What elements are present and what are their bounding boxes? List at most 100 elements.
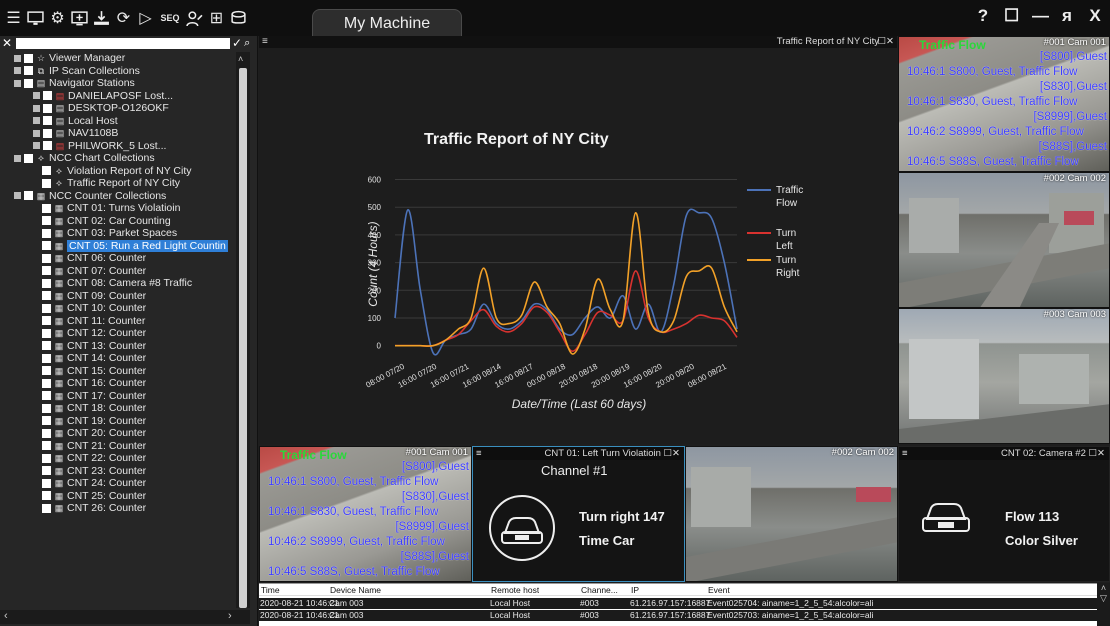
scroll-up-icon[interactable]: ˄ (238, 54, 243, 64)
tree-checkbox[interactable] (42, 503, 51, 513)
monitor-icon[interactable] (26, 7, 45, 29)
tree-checkbox[interactable] (42, 303, 51, 313)
tree-checkbox[interactable] (42, 491, 51, 501)
expand-toggle-icon[interactable] (14, 54, 21, 62)
tree-item[interactable]: ▦ CNT 11: Counter (0, 315, 236, 328)
tree-item[interactable]: ▦ CNT 18: Counter (0, 402, 236, 415)
column-header[interactable]: Time (261, 585, 280, 596)
chart-panel-window-controls[interactable]: ☐✕ (878, 36, 894, 48)
tree-item[interactable]: ▦ CNT 19: Counter (0, 415, 236, 428)
tree-checkbox[interactable] (42, 291, 51, 301)
tree-item[interactable]: ▦ CNT 17: Counter (0, 390, 236, 403)
camera-tile-001[interactable]: Traffic Flow #001 Cam 001 [S800],Guest 10… (898, 36, 1110, 172)
tree-item[interactable]: ▦ CNT 02: Car Counting (0, 215, 236, 228)
tree-checkbox[interactable] (42, 266, 51, 276)
filter-input[interactable] (16, 37, 230, 49)
counter-window-controls[interactable]: ☐✕ (1089, 448, 1105, 459)
tab-my-machine[interactable]: My Machine (312, 9, 462, 36)
help-button[interactable]: ? (976, 6, 990, 26)
camera-tile-003[interactable]: #003 Cam 003 (898, 308, 1110, 444)
tree-checkbox[interactable] (43, 103, 52, 113)
counter-tile-cnt01[interactable]: ≡ CNT 01: Left Turn Violatioin ☐✕ Channe… (472, 446, 685, 582)
filter-icon[interactable]: ▽ (1097, 593, 1110, 604)
tree-item[interactable]: ▦ CNT 03: Parket Spaces (0, 227, 236, 240)
expand-toggle-icon[interactable] (33, 129, 40, 137)
expand-toggle-icon[interactable] (33, 117, 40, 125)
tree-item[interactable]: ▦ CNT 09: Counter (0, 290, 236, 303)
tree-checkbox[interactable] (42, 403, 51, 413)
tree-checkbox[interactable] (43, 141, 52, 151)
tree-checkbox[interactable] (42, 441, 51, 451)
clear-filter-icon[interactable]: ✕ (2, 37, 12, 49)
tree-item[interactable]: ▤ Navigator Stations (0, 77, 236, 90)
tree-checkbox[interactable] (42, 278, 51, 288)
tree-item[interactable]: ▦ CNT 06: Counter (0, 252, 236, 265)
expand-toggle-icon[interactable] (14, 79, 21, 87)
panel-menu-icon[interactable]: ≡ (262, 36, 268, 48)
column-header[interactable]: Channe... (581, 585, 618, 596)
tree-checkbox[interactable] (24, 78, 33, 88)
tree-checkbox[interactable] (42, 341, 51, 351)
tree-checkbox[interactable] (42, 378, 51, 388)
tree-item[interactable]: ▦ CNT 25: Counter (0, 490, 236, 503)
column-header[interactable]: Remote host (491, 585, 539, 596)
tree-checkbox[interactable] (42, 366, 51, 376)
tree-item[interactable]: ▦ CNT 22: Counter (0, 452, 236, 465)
tree-item[interactable]: ▦ CNT 16: Counter (0, 377, 236, 390)
tree-checkbox[interactable] (42, 428, 51, 438)
tree-vertical-scrollbar[interactable]: ˄ (236, 52, 250, 608)
minimize-button[interactable]: — (1032, 6, 1049, 26)
expand-toggle-icon[interactable] (33, 92, 40, 100)
tree-item[interactable]: ⧉ IP Scan Collections (0, 65, 236, 78)
tree-item[interactable]: ▦ CNT 12: Counter (0, 327, 236, 340)
tree-checkbox[interactable] (42, 216, 51, 226)
tree-item[interactable]: ▦ CNT 05: Run a Red Light Countin (0, 239, 236, 252)
tree-item[interactable]: ▦ CNT 13: Counter (0, 340, 236, 353)
camera-tile-002[interactable]: #002 Cam 002 (898, 172, 1110, 308)
import-icon[interactable] (92, 7, 111, 29)
apply-filter-icon[interactable]: ✓ (232, 36, 242, 50)
tree-checkbox[interactable] (42, 478, 51, 488)
menu-icon[interactable]: ☰ (4, 7, 23, 29)
tree-item[interactable]: ▤ DESKTOP-O126OKF (0, 102, 236, 115)
table-row[interactable]: 2020-08-21 10:46:21 Cam 003 Local Host #003… (259, 598, 1097, 609)
tree-checkbox[interactable] (24, 153, 33, 163)
sync-icon[interactable]: ⟳ (114, 7, 133, 29)
column-header[interactable]: IP (631, 585, 639, 596)
tree-checkbox[interactable] (42, 466, 51, 476)
event-log-scrollbar[interactable]: ˄ ▽ (1097, 583, 1110, 626)
expand-toggle-icon[interactable] (14, 154, 21, 162)
tree-checkbox[interactable] (42, 178, 51, 188)
camera-tile-002-bottom[interactable]: #002 Cam 002 (685, 446, 898, 582)
tree-item[interactable]: ▦ CNT 20: Counter (0, 427, 236, 440)
tree-checkbox[interactable] (42, 453, 51, 463)
tree-checkbox[interactable] (24, 66, 33, 76)
table-row[interactable]: 2020-08-21 10:46:21 Cam 003 Local Host #003… (259, 610, 1097, 621)
tree-checkbox[interactable] (24, 191, 33, 201)
tree-item[interactable]: ⟡ NCC Chart Collections (0, 152, 236, 165)
tree-checkbox[interactable] (42, 328, 51, 338)
layout-grid-icon[interactable]: ⊞ (207, 7, 226, 29)
search-icon[interactable]: ⌕ (244, 37, 250, 50)
camera-tile-001-bottom[interactable]: Traffic Flow #001 Cam 001 [S800],Guest 10… (259, 446, 472, 582)
play-icon[interactable]: ▷ (136, 7, 155, 29)
tree-checkbox[interactable] (42, 253, 51, 263)
tree-item[interactable]: ▦ NCC Counter Collections (0, 190, 236, 203)
expand-toggle-icon[interactable] (33, 104, 40, 112)
close-button[interactable]: X (1088, 6, 1102, 26)
user-edit-icon[interactable] (185, 7, 204, 29)
tree-horizontal-scrollbar[interactable]: ‹ › (0, 610, 250, 624)
panel-menu-icon[interactable]: ≡ (902, 447, 908, 460)
tree-item[interactable]: ▦ CNT 15: Counter (0, 365, 236, 378)
tree-checkbox[interactable] (43, 116, 52, 126)
column-header[interactable]: Event (708, 585, 730, 596)
counter-window-controls[interactable]: ☐✕ (664, 448, 680, 459)
settings-icon[interactable]: ⚙ (48, 7, 67, 29)
tree-item[interactable]: ▦ CNT 10: Counter (0, 302, 236, 315)
database-icon[interactable] (229, 7, 248, 29)
tree-checkbox[interactable] (42, 241, 51, 251)
restore-button[interactable]: ☐ (1004, 6, 1019, 26)
tree-checkbox[interactable] (42, 203, 51, 213)
tree-checkbox[interactable] (42, 391, 51, 401)
screen-share-icon[interactable] (70, 7, 89, 29)
